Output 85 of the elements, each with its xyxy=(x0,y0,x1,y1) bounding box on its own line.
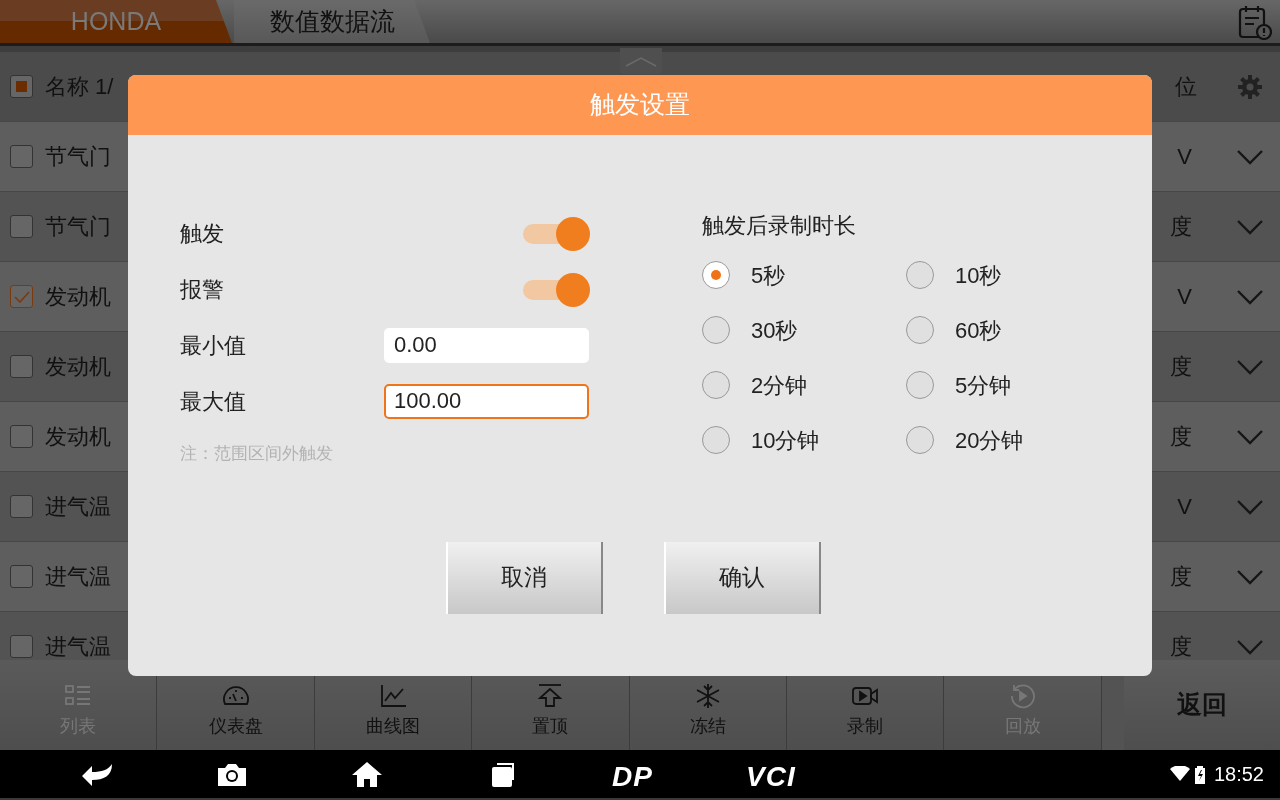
unit-text: 度 xyxy=(1170,423,1192,451)
radio-option[interactable]: 10分钟 xyxy=(702,426,906,454)
radio-label: 5秒 xyxy=(751,261,786,290)
line-chart-icon xyxy=(378,683,407,709)
radio-button[interactable] xyxy=(906,426,934,454)
wifi-icon xyxy=(1169,766,1190,782)
parameter-name: 进气温 xyxy=(45,493,111,521)
radio-button[interactable] xyxy=(906,316,934,344)
unit-text: 度 xyxy=(1170,353,1192,381)
checkbox[interactable] xyxy=(10,285,33,308)
parameter-name: 进气温 xyxy=(45,633,111,660)
cancel-button[interactable]: 取消 xyxy=(445,541,603,614)
parameter-name: 进气温 xyxy=(45,563,111,591)
scroll-up-tab[interactable] xyxy=(620,48,662,74)
radio-label: 2分钟 xyxy=(751,371,808,400)
parameter-name: 发动机 xyxy=(45,283,111,311)
chevron-down-icon xyxy=(1236,288,1264,305)
checkbox[interactable] xyxy=(10,215,33,238)
chevron-down-icon xyxy=(1236,218,1264,235)
checkbox[interactable] xyxy=(10,565,33,588)
checkbox[interactable] xyxy=(10,635,33,658)
section-label: 触发后录制时长 xyxy=(702,211,857,240)
clock-time: 18:52 xyxy=(1213,762,1264,787)
chevron-down-icon xyxy=(1236,568,1264,585)
logo[interactable]: VCI xyxy=(746,756,796,798)
chevron-down-icon xyxy=(1236,428,1264,445)
checkbox[interactable] xyxy=(10,145,33,168)
column-header: 位 xyxy=(1175,73,1197,101)
unit-text: V xyxy=(1177,283,1192,311)
unit-text: 度 xyxy=(1170,213,1192,241)
radio-option[interactable]: 20分钟 xyxy=(906,426,1086,454)
field-label: 最小值 xyxy=(180,331,247,360)
radio-button[interactable] xyxy=(906,371,934,399)
radio-option[interactable]: 5秒 xyxy=(702,261,906,289)
radio-option[interactable]: 5分钟 xyxy=(906,371,1086,399)
radio-label: 10秒 xyxy=(955,261,1002,290)
checkbox[interactable] xyxy=(10,355,33,378)
checkbox[interactable] xyxy=(10,75,33,98)
confirm-button[interactable]: 确认 xyxy=(663,541,821,614)
checkbox[interactable] xyxy=(10,425,33,448)
settings-icon xyxy=(1237,73,1263,100)
unit-text: 度 xyxy=(1170,563,1192,591)
calendar-alert-icon xyxy=(1238,4,1272,40)
radio-label: 20分钟 xyxy=(955,426,1024,455)
toggle-label: 触发 xyxy=(180,219,225,248)
replay-icon xyxy=(1008,683,1037,709)
dialog-title: 触发设置 xyxy=(128,75,1152,135)
radio-button[interactable] xyxy=(906,261,934,289)
home-icon[interactable] xyxy=(350,760,384,788)
radio-option[interactable]: 10秒 xyxy=(906,261,1086,289)
unit-text: V xyxy=(1177,143,1192,171)
radio-button[interactable] xyxy=(702,371,730,399)
radio-button[interactable] xyxy=(702,426,730,454)
parameter-name: 节气门 xyxy=(45,143,111,171)
parameter-name: 发动机 xyxy=(45,353,111,381)
column-header: 名称 1/ xyxy=(45,73,114,101)
radio-option[interactable]: 2分钟 xyxy=(702,371,906,399)
parameter-name: 节气门 xyxy=(45,213,111,241)
field-label: 最大值 xyxy=(180,387,247,416)
radio-button[interactable] xyxy=(702,261,730,289)
radio-button[interactable] xyxy=(702,316,730,344)
logo[interactable]: DP xyxy=(612,756,653,798)
parameter-name: 发动机 xyxy=(45,423,111,451)
unit-text: 度 xyxy=(1170,633,1192,660)
chevron-down-icon xyxy=(1236,638,1264,655)
radio-label: 5分钟 xyxy=(955,371,1012,400)
chevron-down-icon xyxy=(1236,148,1264,165)
radio-option[interactable]: 60秒 xyxy=(906,316,1086,344)
toggle-switch[interactable] xyxy=(523,216,590,250)
toggle-label: 报警 xyxy=(180,275,225,304)
input-field[interactable]: 0.00 xyxy=(384,327,589,363)
arrow-up-icon xyxy=(536,683,565,709)
radio-label: 30秒 xyxy=(751,316,798,345)
check-icon xyxy=(13,290,30,303)
radio-option[interactable]: 30秒 xyxy=(702,316,906,344)
radio-label: 60秒 xyxy=(955,316,1002,345)
radio-label: 10分钟 xyxy=(751,426,820,455)
caret-up-icon xyxy=(624,55,658,67)
unit-text: V xyxy=(1177,493,1192,521)
chevron-down-icon xyxy=(1236,498,1264,515)
chevron-down-icon xyxy=(1236,358,1264,375)
battery-icon xyxy=(1193,764,1206,784)
toggle-switch[interactable] xyxy=(523,272,590,306)
checkbox[interactable] xyxy=(10,495,33,518)
input-field[interactable]: 100.00 xyxy=(384,383,589,419)
